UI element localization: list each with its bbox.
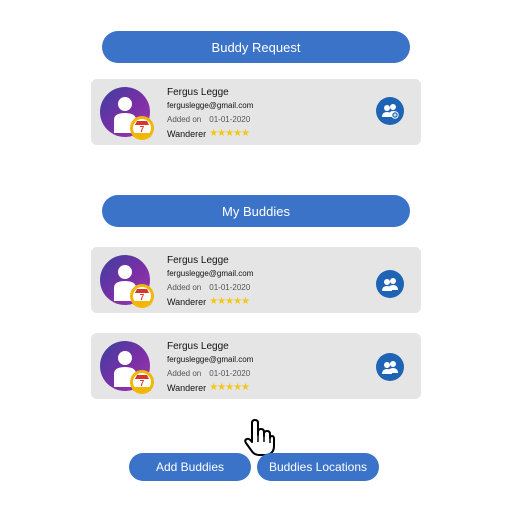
buddy-email: ferguslegge@gmail.com (167, 269, 254, 278)
rank-badge-icon: 7 (130, 284, 154, 308)
added-date: 01-01-2020 (209, 369, 251, 378)
buddy-name: Fergus Legge (167, 87, 229, 98)
rank-row: Wanderer ★★★★★ (167, 128, 250, 139)
buddy-group-icon (382, 278, 398, 291)
buddies-locations-label: Buddies Locations (268, 460, 368, 474)
rank-label: Wanderer (167, 382, 207, 393)
buddy-card: 7 Fergus Legge ferguslegge@gmail.com Add… (91, 247, 421, 313)
added-info: Added on 01-01-2020 (167, 115, 250, 124)
buddy-card: 7 Fergus Legge ferguslegge@gmail.com Add… (91, 333, 421, 399)
svg-text:7: 7 (140, 293, 145, 302)
rank-badge-icon: 7 (130, 116, 154, 140)
added-date: 01-01-2020 (209, 115, 251, 124)
rating-stars: ★★★★★ (209, 296, 250, 307)
buddy-request-header: Buddy Request (102, 31, 410, 63)
buddy-group-button[interactable] (376, 353, 404, 381)
add-buddy-icon (382, 104, 399, 119)
add-buddies-button[interactable]: Add Buddies (129, 453, 251, 481)
buddies-locations-button[interactable]: Buddies Locations (257, 453, 379, 481)
my-buddies-header: My Buddies (102, 195, 410, 227)
buddy-group-icon (382, 361, 398, 374)
rank-row: Wanderer ★★★★★ (167, 382, 250, 393)
buddy-name: Fergus Legge (167, 255, 229, 266)
added-label: Added on (167, 283, 202, 292)
buddy-request-card: 7 Fergus Legge ferguslegge@gmail.com Add… (91, 79, 421, 145)
added-label: Added on (167, 115, 202, 124)
buddy-group-button[interactable] (376, 270, 404, 298)
buddy-email: ferguslegge@gmail.com (167, 355, 254, 364)
hand-pointer-icon (244, 419, 275, 456)
svg-text:7: 7 (140, 379, 145, 388)
accept-buddy-button[interactable] (376, 97, 404, 125)
rank-row: Wanderer ★★★★★ (167, 296, 250, 307)
buddy-email: ferguslegge@gmail.com (167, 101, 254, 110)
buddy-request-title: Buddy Request (211, 39, 301, 55)
added-date: 01-01-2020 (209, 283, 251, 292)
rating-stars: ★★★★★ (209, 382, 250, 393)
add-buddies-label: Add Buddies (155, 460, 225, 474)
rank-badge-icon: 7 (130, 370, 154, 394)
buddy-name: Fergus Legge (167, 341, 229, 352)
rank-label: Wanderer (167, 296, 207, 307)
my-buddies-title: My Buddies (222, 203, 290, 219)
added-info: Added on 01-01-2020 (167, 369, 250, 378)
rank-label: Wanderer (167, 128, 207, 139)
added-label: Added on (167, 369, 202, 378)
rating-stars: ★★★★★ (209, 128, 250, 139)
svg-text:7: 7 (140, 125, 145, 134)
added-info: Added on 01-01-2020 (167, 283, 250, 292)
